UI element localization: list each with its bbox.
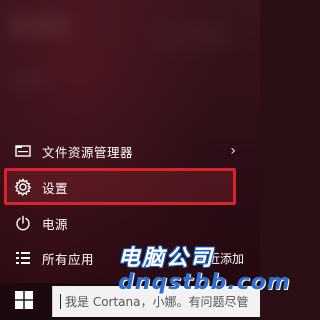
windows-logo-icon	[15, 290, 33, 313]
blurred-tile	[150, 20, 230, 50]
blurred-tile	[10, 14, 70, 38]
menu-item-settings[interactable]: 设置	[0, 170, 260, 204]
menu-item-label: 电源	[42, 216, 69, 232]
menu-item-label: 设置	[42, 180, 69, 196]
gear-icon	[13, 177, 33, 197]
menu-item-power[interactable]: 电源	[0, 206, 260, 240]
list-icon	[13, 248, 33, 268]
folder-icon	[13, 141, 33, 161]
search-placeholder: 我是 Cortana，小娜。有问题尽管	[65, 295, 249, 309]
watermark-url: dnqstbb.com	[118, 270, 291, 295]
chevron-right-icon: ›	[230, 143, 236, 159]
menu-item-file-explorer[interactable]: 文件资源管理器 ›	[0, 134, 260, 168]
watermark-text: 电脑公司	[118, 246, 215, 271]
start-menu-panel: 文件资源管理器 › 设置 电源 所有应用 最近添加 电脑公司	[0, 0, 260, 283]
start-button[interactable]	[0, 283, 48, 320]
menu-item-label: 所有应用	[42, 251, 95, 267]
text-cursor	[60, 294, 61, 309]
menu-item-label: 文件资源管理器	[42, 144, 134, 160]
power-icon	[13, 213, 33, 233]
blurred-tile	[12, 70, 52, 90]
